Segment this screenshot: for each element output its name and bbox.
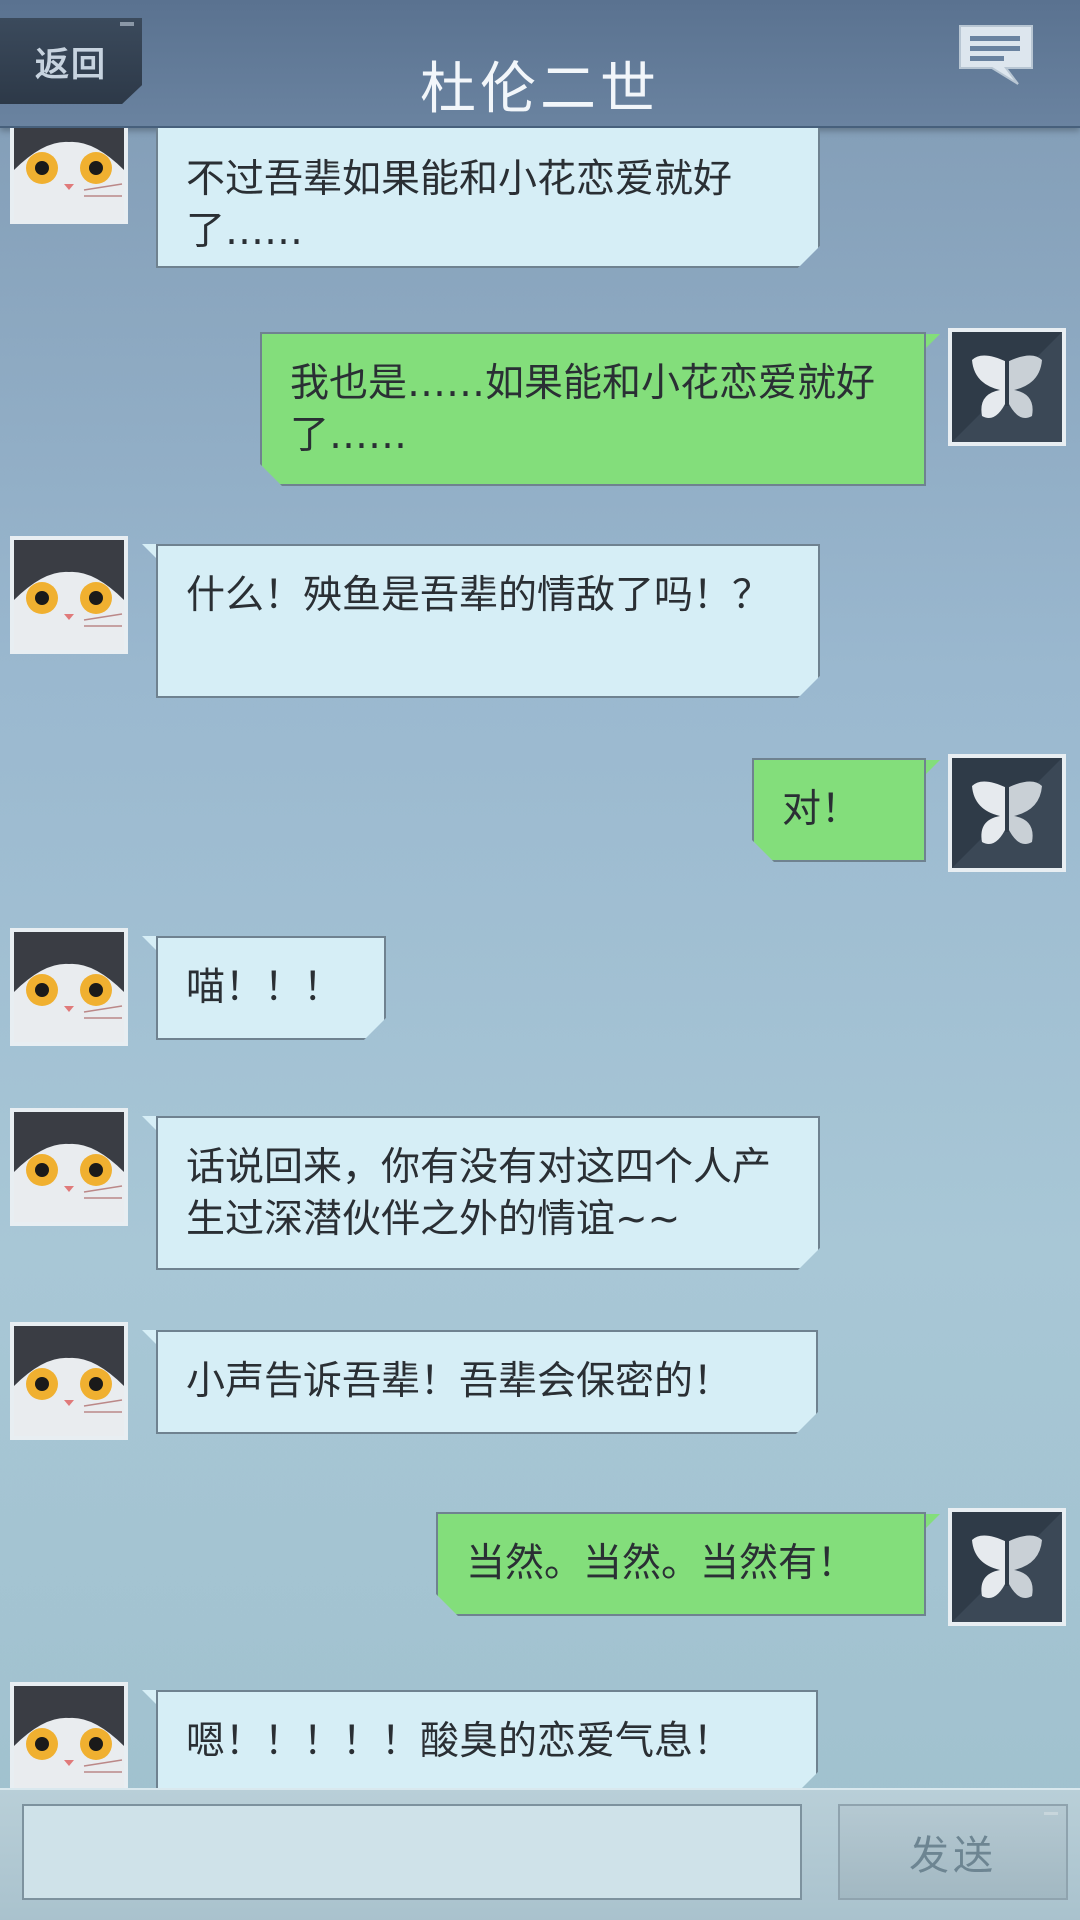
bubble-tail <box>142 1116 156 1130</box>
chat-title: 杜伦二世 <box>420 57 660 122</box>
butterfly-avatar[interactable] <box>948 1508 1066 1626</box>
message-row: 不过吾辈如果能和小花恋爱就好了…… <box>0 128 1080 278</box>
message-input[interactable] <box>22 1804 802 1900</box>
message-row: 话说回来，你有没有对这四个人产生过深潜伙伴之外的情谊~~ <box>0 1108 1080 1268</box>
message-text: 什么！殃鱼是吾辈的情敌了吗！？ <box>186 573 772 618</box>
cat-avatar[interactable] <box>10 1108 128 1226</box>
bubble-tail <box>142 1690 156 1704</box>
outgoing-bubble: 我也是……如果能和小花恋爱就好了…… <box>260 332 926 486</box>
butterfly-avatar[interactable] <box>948 328 1066 446</box>
message-text: 小声告诉吾辈！吾辈会保密的！ <box>186 1359 733 1404</box>
message-row: 对！ <box>0 754 1080 884</box>
outgoing-bubble: 对！ <box>752 758 926 862</box>
incoming-bubble: 小声告诉吾辈！吾辈会保密的！ <box>156 1330 818 1434</box>
bubble-tail <box>926 760 940 774</box>
cat-avatar[interactable] <box>10 1322 128 1440</box>
message-text: 我也是……如果能和小花恋爱就好了…… <box>290 361 876 458</box>
incoming-bubble: 什么！殃鱼是吾辈的情敌了吗！？ <box>156 544 820 698</box>
message-row: 小声告诉吾辈！吾辈会保密的！ <box>0 1322 1080 1452</box>
butterfly-avatar[interactable] <box>948 754 1066 872</box>
incoming-bubble: 不过吾辈如果能和小花恋爱就好了…… <box>156 128 820 268</box>
message-row: 当然。当然。当然有！ <box>0 1508 1080 1638</box>
message-row: 什么！殃鱼是吾辈的情敌了吗！？ <box>0 536 1080 696</box>
outgoing-bubble: 当然。当然。当然有！ <box>436 1512 926 1616</box>
incoming-bubble: 喵！！！ <box>156 936 386 1040</box>
bubble-tail <box>926 1514 940 1528</box>
message-list[interactable]: 不过吾辈如果能和小花恋爱就好了…… 我也是……如果能和小花恋爱就好了…… 什么！… <box>0 128 1080 1788</box>
bubble-tail <box>142 936 156 950</box>
cat-avatar[interactable] <box>10 1682 128 1788</box>
incoming-bubble: 话说回来，你有没有对这四个人产生过深潜伙伴之外的情谊~~ <box>156 1116 820 1270</box>
message-row: 我也是……如果能和小花恋爱就好了…… <box>0 328 1080 488</box>
cat-avatar[interactable] <box>10 928 128 1046</box>
cat-avatar[interactable] <box>10 128 128 224</box>
send-button-accent <box>1044 1812 1058 1815</box>
message-row: 嗯！！！！！酸臭的恋爱气息！ <box>0 1682 1080 1788</box>
speech-bubble-icon[interactable] <box>956 22 1036 88</box>
message-text: 嗯！！！！！酸臭的恋爱气息！ <box>186 1719 733 1764</box>
bubble-tail <box>142 1330 156 1344</box>
message-text: 对！ <box>782 787 861 832</box>
bubble-tail <box>142 544 156 558</box>
message-text: 当然。当然。当然有！ <box>466 1541 857 1586</box>
message-text: 喵！！！ <box>186 965 343 1010</box>
incoming-bubble: 嗯！！！！！酸臭的恋爱气息！ <box>156 1690 818 1788</box>
message-text: 话说回来，你有没有对这四个人产生过深潜伙伴之外的情谊~~ <box>186 1145 772 1242</box>
input-bar: 发送 <box>0 1788 1080 1920</box>
bubble-tail <box>926 334 940 348</box>
message-text: 不过吾辈如果能和小花恋爱就好了…… <box>186 157 733 254</box>
top-bar: 返回 杜伦二世 <box>0 0 1080 128</box>
cat-avatar[interactable] <box>10 536 128 654</box>
message-row: 喵！！！ <box>0 928 1080 1058</box>
send-button-label: 发送 <box>909 1833 997 1879</box>
back-button-accent <box>120 22 134 26</box>
send-button[interactable]: 发送 <box>838 1804 1068 1900</box>
